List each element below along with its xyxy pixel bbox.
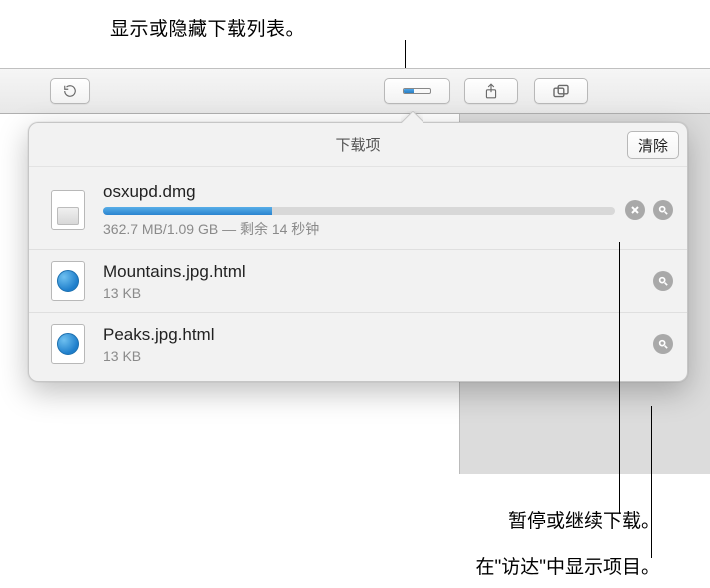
download-info: Peaks.jpg.html 13 KB [103,324,643,364]
download-status: 362.7 MB/1.09 GB — 剩余 14 秒钟 [103,219,615,239]
download-name: osxupd.dmg [103,181,615,203]
close-icon [630,205,640,215]
download-name: Mountains.jpg.html [103,261,643,283]
download-actions [625,200,673,220]
download-name: Peaks.jpg.html [103,324,643,346]
popover-header: 下载项 清除 [29,123,687,167]
download-item: osxupd.dmg 362.7 MB/1.09 GB — 剩余 14 秒钟 [29,171,687,250]
download-item: Mountains.jpg.html 13 KB [29,250,687,313]
callout-line [619,242,620,514]
file-icon-dmg [47,189,89,231]
tabs-icon [552,84,570,98]
file-icon-safari [47,323,89,365]
callout-line [651,406,652,558]
download-status: 13 KB [103,285,643,301]
downloads-progress-icon [403,88,431,94]
download-info: osxupd.dmg 362.7 MB/1.09 GB — 剩余 14 秒钟 [103,181,615,239]
share-button[interactable] [464,78,518,104]
downloads-button[interactable] [384,78,450,104]
download-info: Mountains.jpg.html 13 KB [103,261,643,301]
tabs-button[interactable] [534,78,588,104]
magnifier-icon [658,205,668,215]
download-actions [653,271,673,291]
clear-button[interactable]: 清除 [627,131,679,159]
magnifier-icon [658,339,668,349]
popover-title: 下载项 [335,134,380,155]
download-item: Peaks.jpg.html 13 KB [29,313,687,375]
file-icon-safari [47,260,89,302]
share-icon [484,83,498,99]
downloads-list: osxupd.dmg 362.7 MB/1.09 GB — 剩余 14 秒钟 M… [29,167,687,381]
download-progress-bar [103,207,615,215]
downloads-popover: 下载项 清除 osxupd.dmg 362.7 MB/1.09 GB — 剩余 … [28,122,688,382]
reveal-in-finder-button[interactable] [653,200,673,220]
reload-icon [63,84,77,98]
magnifier-icon [658,276,668,286]
stop-download-button[interactable] [625,200,645,220]
reload-button[interactable] [50,78,90,104]
download-status: 13 KB [103,348,643,364]
callout-line [405,40,406,70]
callout-reveal-in-finder: 在"访达"中显示项目。 [476,552,661,579]
popover-arrow [401,111,423,123]
callout-pause-resume: 暂停或继续下载。 [508,506,660,533]
toolbar [0,68,710,114]
download-actions [653,334,673,354]
callout-show-hide-downloads: 显示或隐藏下载列表。 [110,14,305,41]
reveal-in-finder-button[interactable] [653,271,673,291]
reveal-in-finder-button[interactable] [653,334,673,354]
clear-button-label: 清除 [638,135,668,156]
